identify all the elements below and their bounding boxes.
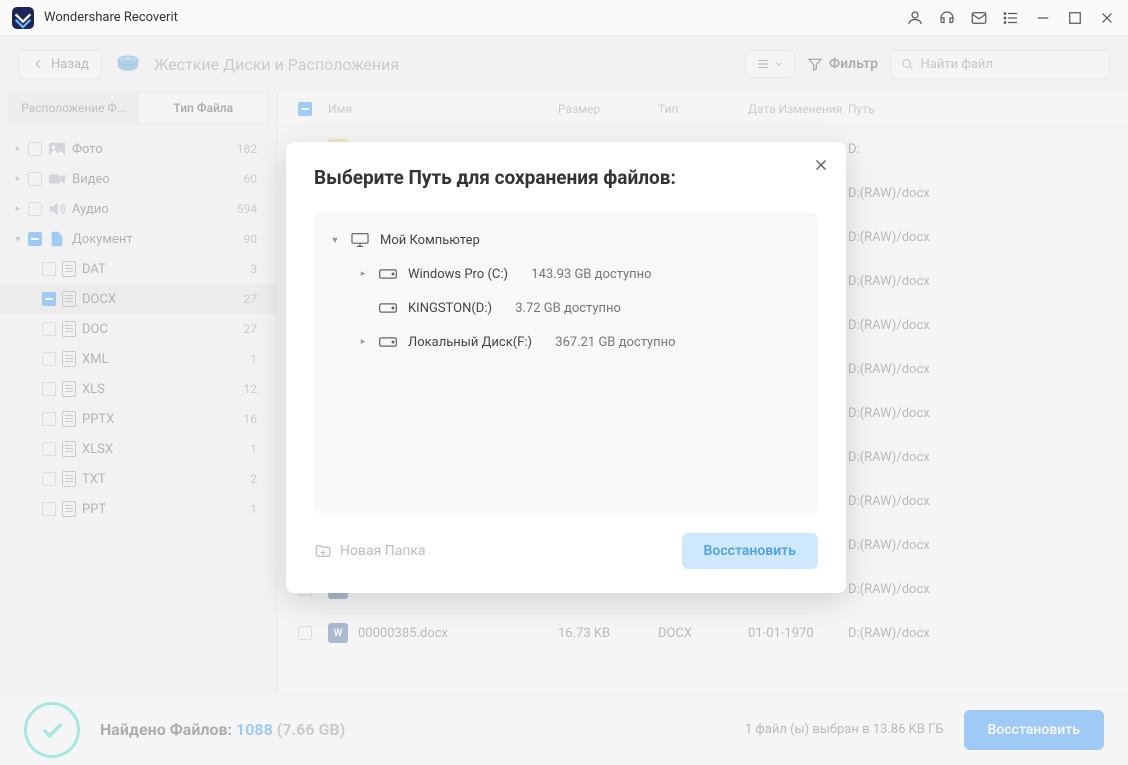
drive-root[interactable]: ▼ Мой Компьютер	[322, 223, 810, 257]
drive-item[interactable]: KINGSTON(D:) 3.72 GB доступно	[322, 291, 810, 325]
maximize-icon[interactable]	[1066, 9, 1084, 27]
modal-recover-button[interactable]: Восстановить	[682, 533, 818, 569]
headset-icon[interactable]	[938, 9, 956, 27]
drive-root-label: Мой Компьютер	[380, 233, 480, 248]
new-folder-label: Новая Папка	[340, 543, 426, 559]
new-folder-button[interactable]: Новая Папка	[314, 543, 426, 559]
chevron-right-icon: ▸	[358, 269, 368, 279]
drive-available: 3.72 GB доступно	[515, 301, 621, 316]
close-icon[interactable]	[1098, 9, 1116, 27]
titlebar: Wondershare Recoverit	[0, 0, 1128, 36]
drive-available: 367.21 GB доступно	[555, 335, 675, 350]
modal-title: Выберите Путь для сохранения файлов:	[314, 166, 818, 189]
modal-close-button[interactable]	[812, 156, 830, 178]
save-path-modal: Выберите Путь для сохранения файлов: ▼ М…	[286, 142, 846, 593]
chevron-down-icon: ▼	[330, 235, 340, 246]
mail-icon[interactable]	[970, 9, 988, 27]
app-logo-icon	[12, 7, 34, 29]
drive-name: KINGSTON(D:)	[408, 301, 492, 316]
drive-name: Windows Pro (C:)	[408, 267, 508, 282]
app-title: Wondershare Recoverit	[44, 10, 178, 25]
drive-name: Локальный Диск(F:)	[408, 335, 532, 350]
drive-icon	[378, 300, 398, 316]
drive-available: 143.93 GB доступно	[531, 267, 651, 282]
chevron-right-icon: ▸	[358, 337, 368, 347]
drive-item[interactable]: ▸ Windows Pro (C:) 143.93 GB доступно	[322, 257, 810, 291]
minimize-icon[interactable]	[1034, 9, 1052, 27]
drive-icon	[378, 266, 398, 282]
list-icon[interactable]	[1002, 9, 1020, 27]
drive-item[interactable]: ▸ Локальный Диск(F:) 367.21 GB доступно	[322, 325, 810, 359]
computer-icon	[350, 232, 370, 248]
user-icon[interactable]	[906, 9, 924, 27]
drive-tree: ▼ Мой Компьютер ▸ Windows Pro (C:) 143.9…	[314, 213, 818, 513]
drive-icon	[378, 334, 398, 350]
